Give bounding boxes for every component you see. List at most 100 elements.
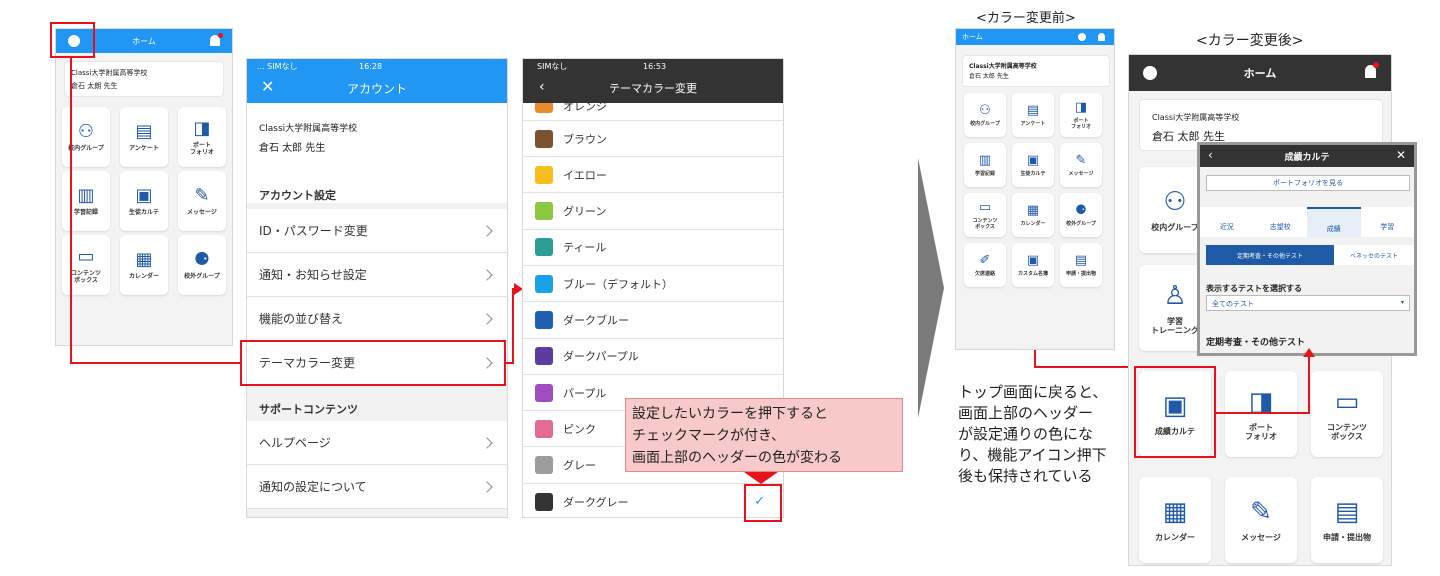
color-swatch xyxy=(535,347,553,366)
calendar-icon: ▦ xyxy=(1026,202,1040,218)
survey-icon: ▤ xyxy=(1026,102,1040,118)
tile-label: カレンダー xyxy=(1020,220,1046,227)
highlight-theme-color xyxy=(240,340,506,386)
color-option[interactable]: イエロー xyxy=(523,157,783,194)
tile-submission[interactable]: ▤ 申請・提出物 xyxy=(1060,243,1102,287)
tile-portfolio[interactable]: ◨ ポート フォリオ xyxy=(1060,93,1102,137)
subtab-regular[interactable]: 定期考査・その他テスト xyxy=(1206,245,1334,265)
tile-label: 校外グループ xyxy=(184,273,220,281)
box-icon: ▭ xyxy=(77,245,95,267)
chart-icon: ▥ xyxy=(978,152,992,168)
message-icon: ✎ xyxy=(194,185,210,207)
group-icon: ⚇ xyxy=(979,102,991,118)
tile-submission[interactable]: ▤ 申請・提出物 xyxy=(1311,477,1383,563)
tile-box[interactable]: ▭ コンテンツ ボックス xyxy=(1311,371,1383,457)
tile-label: カスタム名簿 xyxy=(1017,270,1048,277)
color-name: ダークブルー xyxy=(563,314,629,327)
tile-student-card[interactable]: ▣ 生徒カルテ xyxy=(1012,143,1054,187)
bell-icon[interactable] xyxy=(1098,33,1105,41)
close-icon[interactable]: ✕ xyxy=(261,77,274,96)
tile-label: アンケート xyxy=(129,145,159,153)
color-option[interactable]: グリーン xyxy=(523,193,783,230)
menu-item-label: 通知・お知らせ設定 xyxy=(259,268,367,282)
user-icon[interactable] xyxy=(1143,66,1157,80)
tile-survey[interactable]: ▤ アンケート xyxy=(1012,93,1054,137)
tile-absence[interactable]: ✐ 欠席連絡 xyxy=(964,243,1006,287)
tile-calendar[interactable]: ▦ カレンダー xyxy=(1012,193,1054,237)
caption-before: <カラー変更前> xyxy=(976,11,1076,26)
survey-icon: ▤ xyxy=(135,121,153,143)
tile-label: ポート フォリオ xyxy=(1070,117,1091,130)
close-icon[interactable]: ✕ xyxy=(1396,148,1406,162)
tile-box[interactable]: ▭ コンテンツ ボックス xyxy=(964,193,1006,237)
callout-line: 画面上部のヘッダーの色が変わる xyxy=(632,450,842,466)
back-icon[interactable]: ‹ xyxy=(539,79,545,95)
chevron-right-icon xyxy=(481,436,493,449)
color-swatch xyxy=(535,165,553,184)
color-swatch xyxy=(535,419,553,438)
highlight-check xyxy=(744,484,782,522)
color-swatch xyxy=(535,311,553,329)
back-icon[interactable]: ‹ xyxy=(1208,148,1213,162)
color-name: ダークグレー xyxy=(563,495,629,509)
transition-arrow xyxy=(918,158,944,418)
caption-after: <カラー変更後> xyxy=(1196,33,1304,49)
callout-line: チェックマークが付き、 xyxy=(632,428,786,444)
calendar-icon: ▦ xyxy=(1162,497,1188,528)
highlight-grade-card xyxy=(1134,366,1216,458)
color-option[interactable]: ブルー（デフォルト） xyxy=(523,266,783,303)
tile-label: 学習記録 xyxy=(974,170,995,177)
tile-portfolio[interactable]: ◨ ポート フォリオ xyxy=(1225,371,1297,457)
header-title: テーマカラー変更 xyxy=(609,82,697,95)
portfolio-button[interactable]: ポートフォリオを見る xyxy=(1206,175,1410,191)
support-menu-item[interactable]: 通知の設定について xyxy=(247,465,507,509)
tile-outer-group[interactable]: ⚈ 校外グループ xyxy=(178,235,226,295)
tab-recent[interactable]: 近況 xyxy=(1200,207,1254,237)
user-icon[interactable] xyxy=(1078,33,1086,41)
color-option[interactable]: ダークブルー xyxy=(523,302,783,339)
tile-calendar[interactable]: ▦ カレンダー xyxy=(120,235,168,295)
account-menu-item[interactable]: 機能の並び替え xyxy=(247,297,507,341)
color-swatch xyxy=(535,129,553,148)
tile-message[interactable]: ✎ メッセージ xyxy=(178,171,226,231)
tile-label: カレンダー xyxy=(128,273,159,281)
tile-label: メッセージ xyxy=(187,209,217,217)
tile-chart[interactable]: ▥ 学習記録 xyxy=(964,143,1006,187)
tile-label: 校内グループ xyxy=(1151,223,1199,233)
tile-message[interactable]: ✎ メッセージ xyxy=(1060,143,1102,187)
highlight-user-icon xyxy=(50,22,95,58)
tile-roster[interactable]: ▣ カスタム名簿 xyxy=(1012,243,1054,287)
subtab-benesse[interactable]: ベネッセのテスト xyxy=(1334,245,1414,265)
callout-line: 設定したいカラーを押下すると xyxy=(632,406,828,422)
tile-survey[interactable]: ▤ アンケート xyxy=(120,107,168,167)
message-icon: ✎ xyxy=(1075,152,1087,168)
color-swatch xyxy=(535,383,553,402)
header-title: ホーム xyxy=(132,36,156,46)
tile-portfolio[interactable]: ◨ ポート フォリオ xyxy=(178,107,226,167)
group-icon: ⚇ xyxy=(1163,187,1187,218)
color-name: ブラウン xyxy=(563,132,607,146)
section-support: サポートコンテンツ xyxy=(259,403,358,416)
account-menu-item[interactable]: ID・パスワード変更 xyxy=(247,209,507,253)
tile-student-card[interactable]: ▣ 生徒カルテ xyxy=(120,171,168,231)
test-select[interactable]: 全てのテスト ▾ xyxy=(1206,295,1410,311)
tab-target-school[interactable]: 志望校 xyxy=(1254,207,1308,237)
color-option[interactable]: ダークパープル xyxy=(523,338,783,375)
roster-icon: ▣ xyxy=(1026,252,1040,268)
color-name: ティール xyxy=(563,241,607,255)
color-option[interactable]: ブラウン xyxy=(523,121,783,157)
tile-outer-group[interactable]: ⚈ 校外グループ xyxy=(1060,193,1102,237)
tab-study[interactable]: 学習 xyxy=(1361,207,1415,237)
color-option[interactable]: ティール xyxy=(523,229,783,266)
account-menu-item[interactable]: 通知・お知らせ設定 xyxy=(247,253,507,297)
tile-message[interactable]: ✎ メッセージ xyxy=(1225,477,1297,563)
support-menu-item[interactable]: ヘルプページ xyxy=(247,421,507,465)
portfolio-icon: ◨ xyxy=(1074,99,1088,115)
color-swatch xyxy=(535,274,553,293)
tile-calendar[interactable]: ▦ カレンダー xyxy=(1139,477,1211,563)
grade-card-popup: 成績カルテ ‹ ✕ ポートフォリオを見る 近況 志望校 成績 学習 定期考査・そ… xyxy=(1197,142,1417,356)
color-swatch xyxy=(535,456,553,475)
account-screen: アカウント ... SIMなし 16:28 ✕ Classi大学附属高等学校 倉石… xyxy=(246,58,508,518)
tile-group[interactable]: ⚇ 校内グループ xyxy=(964,93,1006,137)
tab-grades[interactable]: 成績 xyxy=(1307,207,1361,237)
